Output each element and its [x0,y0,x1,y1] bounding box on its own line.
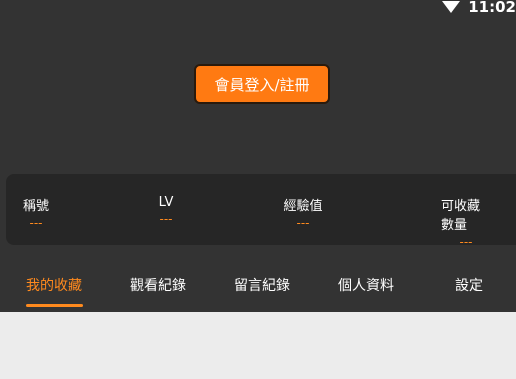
profile-screen: 11:02 會員登入/註冊 稱號 --- LV --- 經驗值 --- 可收藏數… [0,0,516,379]
stat-title: 稱號 --- [23,195,49,229]
stat-title-label: 稱號 [22,199,50,214]
stat-level-value: --- [159,212,173,226]
active-tab-indicator [26,304,83,307]
stat-favorites-capacity-value: --- [459,235,473,249]
stat-favorites-capacity-label: 可收藏數量 [441,199,481,233]
login-register-button[interactable]: 會員登入/註冊 [194,64,330,104]
stat-favorites-capacity: 可收藏數量 --- [441,195,491,248]
stat-experience-value: --- [296,216,310,230]
stat-title-value: --- [29,216,43,230]
stat-experience: 經驗值 --- [283,195,322,229]
tab-bar: 我的收藏 觀看紀錄 留言紀錄 個人資料 設定 [0,262,516,312]
stat-level-label: LV [158,195,174,210]
content-area [0,312,516,379]
tab-settings[interactable]: 設定 [455,275,483,295]
header-area: 11:02 會員登入/註冊 稱號 --- LV --- 經驗值 --- 可收藏數… [0,0,516,312]
stats-card [6,174,516,245]
wifi-icon [442,1,461,13]
status-time: 11:02 [468,0,516,16]
tab-profile[interactable]: 個人資料 [338,275,394,295]
tab-watch-history[interactable]: 觀看紀錄 [130,275,186,295]
stat-level: LV --- [159,195,174,225]
tab-favorites[interactable]: 我的收藏 [26,275,82,295]
stat-experience-label: 經驗值 [283,199,323,214]
tab-comment-history[interactable]: 留言紀錄 [234,275,290,295]
status-bar: 11:02 [442,0,516,16]
